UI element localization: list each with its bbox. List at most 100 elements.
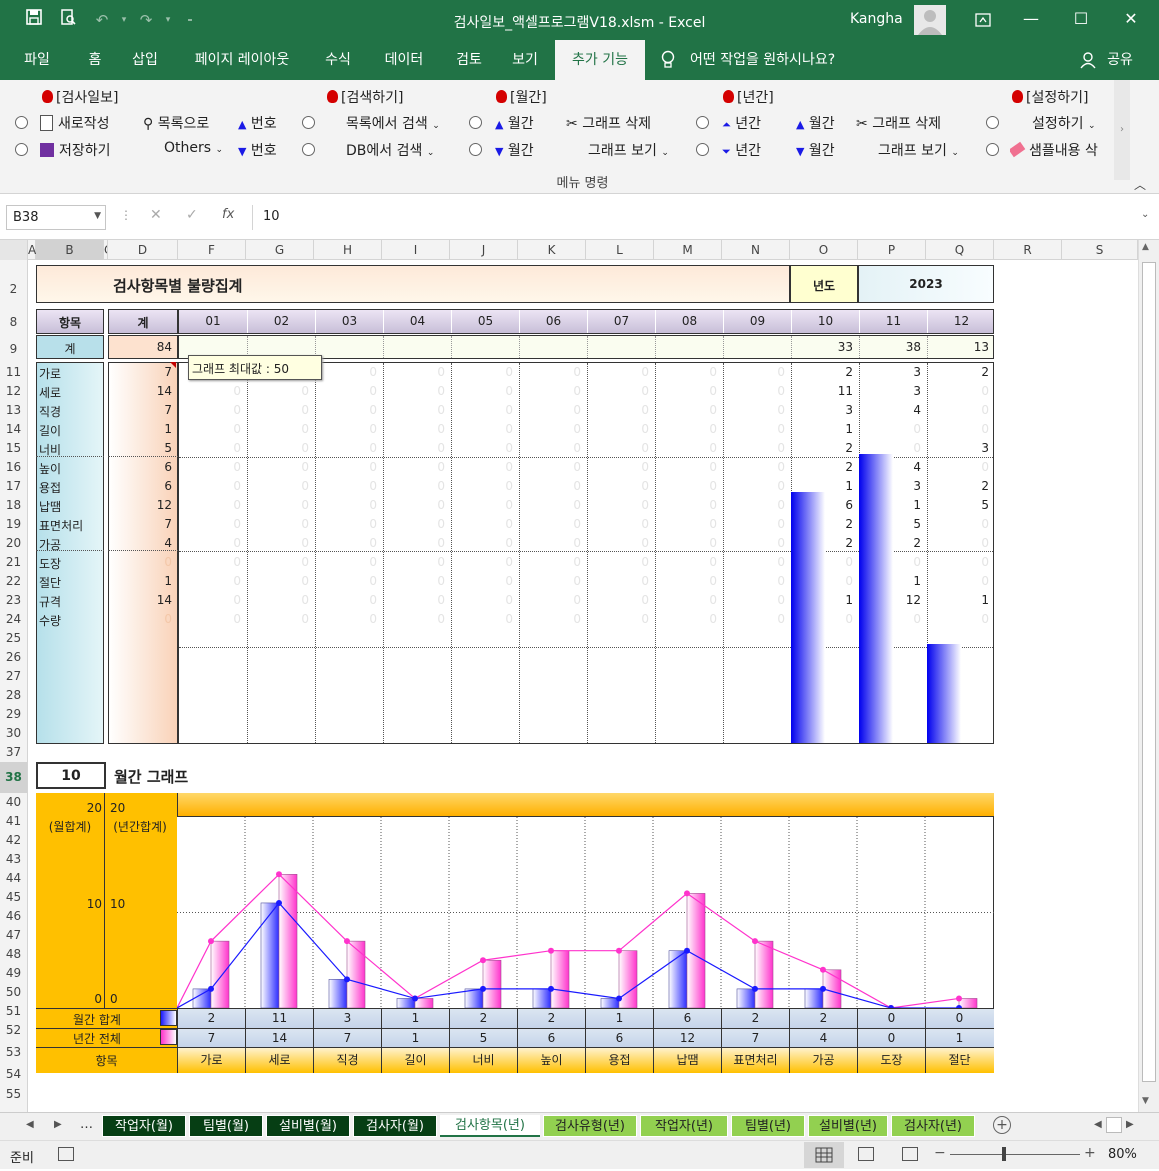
- scroll-down-icon[interactable]: ▼: [1142, 1096, 1149, 1106]
- row-header-18[interactable]: 18: [0, 496, 27, 515]
- zoom-out-icon[interactable]: −: [934, 1145, 946, 1161]
- tab-page-layout[interactable]: 페이지 레이아웃: [180, 40, 304, 80]
- row-header-40[interactable]: 40: [0, 793, 27, 812]
- col-header-s[interactable]: S: [1062, 240, 1138, 260]
- radio-setup-1[interactable]: [986, 116, 999, 129]
- row-header-53[interactable]: 53: [0, 1040, 27, 1065]
- col-header-r[interactable]: R: [994, 240, 1062, 260]
- row-header-24[interactable]: 24: [0, 610, 27, 629]
- row-header-55[interactable]: 55: [0, 1085, 27, 1104]
- radio-year-2[interactable]: [696, 143, 709, 156]
- row-header-22[interactable]: 22: [0, 572, 27, 591]
- month-view-graph-button[interactable]: 그래프 보기 ⌄: [588, 140, 669, 160]
- sheet-tab[interactable]: 작업자(월): [102, 1115, 186, 1137]
- radio-month-2[interactable]: [469, 143, 482, 156]
- row-header-29[interactable]: 29: [0, 705, 27, 724]
- sheet-tab[interactable]: 검사유형(년): [543, 1115, 637, 1137]
- row-header-52[interactable]: 52: [0, 1021, 27, 1040]
- share-icon[interactable]: [1080, 50, 1098, 70]
- row-header-12[interactable]: 12: [0, 382, 27, 401]
- macro-record-icon[interactable]: [58, 1147, 74, 1161]
- sheet-tab[interactable]: 팀별(월): [189, 1115, 263, 1137]
- vertical-scrollbar[interactable]: ▲ ▼: [1138, 240, 1159, 1112]
- sheet-tab[interactable]: 설비별(년): [808, 1115, 888, 1137]
- sheet-tab[interactable]: 팀별(년): [731, 1115, 805, 1137]
- number-down-button[interactable]: ▼ 번호: [238, 140, 277, 160]
- row-header-30[interactable]: 30: [0, 724, 27, 743]
- name-box[interactable]: B38 ▼: [6, 205, 106, 230]
- col-header-p[interactable]: P: [858, 240, 926, 260]
- tab-scroll-left-icon[interactable]: ◀: [26, 1119, 34, 1130]
- expand-formula-icon[interactable]: ⌄: [1141, 209, 1149, 220]
- row-header-16[interactable]: 16: [0, 458, 27, 477]
- row-header-13[interactable]: 13: [0, 401, 27, 420]
- year-down-button[interactable]: ⏷ 년간: [722, 140, 761, 160]
- sheet-tab[interactable]: 설비별(월): [266, 1115, 350, 1137]
- list-search-button[interactable]: 목록에서 검색 ⌄: [346, 113, 440, 133]
- radio-year-1[interactable]: [696, 116, 709, 129]
- maximize-button[interactable]: ☐: [1058, 0, 1104, 40]
- row-header-42[interactable]: 42: [0, 831, 27, 850]
- hscroll-thumb[interactable]: [1106, 1117, 1122, 1133]
- row-header-43[interactable]: 43: [0, 850, 27, 869]
- row-header-50[interactable]: 50: [0, 983, 27, 1002]
- row-header-15[interactable]: 15: [0, 439, 27, 458]
- row-header-37[interactable]: 37: [0, 743, 27, 762]
- select-all-corner[interactable]: [0, 240, 28, 260]
- col-header-a[interactable]: A: [28, 240, 36, 260]
- radio-month-1[interactable]: [469, 116, 482, 129]
- page-break-view-icon[interactable]: [902, 1147, 918, 1161]
- radio-new[interactable]: [15, 116, 28, 129]
- year-up-button[interactable]: ⏶ 년간: [722, 113, 761, 133]
- row-header-9[interactable]: 9: [0, 335, 27, 363]
- row-header-23[interactable]: 23: [0, 591, 27, 610]
- to-list-button[interactable]: ⚲ 목록으로: [143, 113, 209, 133]
- row-header-46[interactable]: 46: [0, 907, 27, 926]
- row-header-44[interactable]: 44: [0, 869, 27, 888]
- row-header-19[interactable]: 19: [0, 515, 27, 534]
- col-header-o[interactable]: O: [790, 240, 858, 260]
- db-search-button[interactable]: DB에서 검색 ⌄: [346, 140, 434, 160]
- radio-save[interactable]: [15, 143, 28, 156]
- col-header-k[interactable]: K: [518, 240, 586, 260]
- col-header-f[interactable]: F: [178, 240, 246, 260]
- tab-scroll-right-icon[interactable]: ▶: [54, 1119, 62, 1130]
- row-header-51[interactable]: 51: [0, 1002, 27, 1021]
- hscroll-right-icon[interactable]: ▶: [1126, 1119, 1134, 1130]
- col-header-m[interactable]: M: [654, 240, 722, 260]
- month-down-button[interactable]: ▼ 월간: [495, 140, 534, 160]
- row-header-25[interactable]: 25: [0, 629, 27, 648]
- page-layout-view-icon[interactable]: [858, 1147, 874, 1161]
- chevron-down-icon[interactable]: ▼: [94, 211, 101, 221]
- year-view-graph-button[interactable]: 그래프 보기 ⌄: [878, 140, 959, 160]
- tab-review[interactable]: 검토: [444, 40, 494, 80]
- row-header-14[interactable]: 14: [0, 420, 27, 439]
- tab-insert[interactable]: 삽입: [120, 40, 170, 80]
- tell-me-box[interactable]: 어떤 작업을 원하시나요?: [690, 40, 870, 80]
- row-header-27[interactable]: 27: [0, 667, 27, 686]
- col-header-n[interactable]: N: [722, 240, 790, 260]
- others-button[interactable]: Others ⌄: [164, 140, 223, 156]
- minimize-button[interactable]: —: [1008, 0, 1054, 40]
- user-name[interactable]: Kangha: [850, 11, 903, 27]
- col-header-i[interactable]: I: [382, 240, 450, 260]
- row-header-45[interactable]: 45: [0, 888, 27, 907]
- ribbon-scroll-right-icon[interactable]: ›: [1114, 80, 1130, 180]
- row-header-49[interactable]: 49: [0, 964, 27, 983]
- number-up-button[interactable]: ▲ 번호: [238, 113, 277, 133]
- setup-button[interactable]: 설정하기 ⌄: [1032, 113, 1096, 133]
- row-header-8[interactable]: 8: [0, 310, 27, 335]
- row-header-20[interactable]: 20: [0, 534, 27, 553]
- row-header-1[interactable]: 1: [0, 260, 27, 268]
- save-sheet-button[interactable]: 저장하기: [40, 140, 111, 160]
- tab-view[interactable]: 보기: [500, 40, 550, 80]
- col-header-l[interactable]: L: [586, 240, 654, 260]
- row-header-21[interactable]: 21: [0, 553, 27, 572]
- sheet-tab[interactable]: 작업자(년): [640, 1115, 728, 1137]
- col-header-j[interactable]: J: [450, 240, 518, 260]
- tab-file[interactable]: 파일: [12, 40, 62, 80]
- sheet-tab[interactable]: 검사항목(년): [440, 1115, 540, 1137]
- function-icon[interactable]: fx: [222, 207, 234, 222]
- sheet-tab[interactable]: 검사자(년): [891, 1115, 975, 1137]
- year-month-down-button[interactable]: ▼ 월간: [796, 140, 835, 160]
